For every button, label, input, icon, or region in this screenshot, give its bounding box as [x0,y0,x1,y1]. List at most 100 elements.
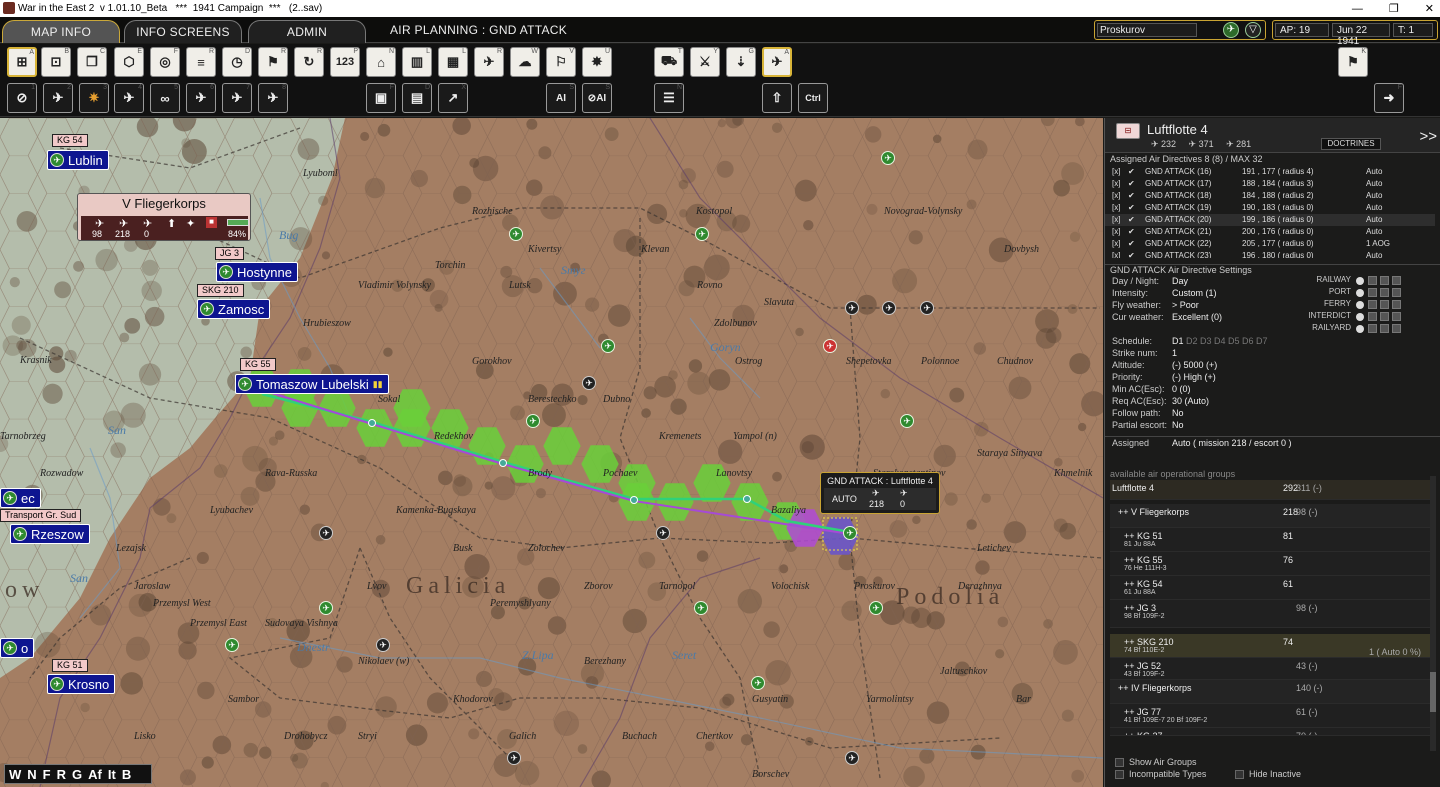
airbase-icon[interactable]: ✈ [509,227,523,241]
enemy-airbase-icon[interactable]: ✈ [920,301,934,315]
scrollbar-thumb[interactable] [1430,672,1436,712]
enemy-airbase-icon[interactable]: ✈ [882,301,896,315]
airbase-unit-label[interactable]: ✈ Krosno [47,674,116,694]
next-turn-icon[interactable]: ➜ F [1374,83,1404,113]
strike-icon[interactable]: ↗ X [438,83,468,113]
hide-inactive-checkbox[interactable]: Hide Inactive [1235,769,1301,779]
schedule-day-6[interactable]: D6 [1242,336,1254,346]
troops-icon[interactable]: ⚔ Y [690,47,720,77]
airbase-icon[interactable]: ✈ [695,227,709,241]
schedule-day-3[interactable]: D3 [1200,336,1212,346]
hex-search-input[interactable] [1097,23,1197,37]
air-group-tag[interactable]: KG 54 [52,134,88,147]
param-value[interactable]: No [1172,420,1184,430]
copy-icon[interactable]: ❐ C [77,47,107,77]
filter-w[interactable]: W [9,767,21,782]
convoy-icon[interactable]: ⛟ T [654,47,684,77]
air-group-row[interactable]: Luftflotte 4 292 311 (-) [1110,480,1431,500]
transport-icon[interactable]: ∞ 5 [150,83,180,113]
factory-icon[interactable]: ⌂ N [366,47,396,77]
airbase-unit-label[interactable]: ✈ o [0,638,35,658]
tab-map-info[interactable]: MAP INFO [2,20,120,43]
filter-af[interactable]: Af [88,767,102,782]
airbase-icon[interactable]: ✈ [694,601,708,615]
airfield-icon[interactable]: ✈ 8 [258,83,288,113]
directive-checkbox[interactable]: [x] [1112,167,1120,176]
schedule-day-1[interactable]: D1 [1172,336,1184,346]
airbase-unit-label[interactable]: ✈ ec [0,488,41,508]
incompatible-types-checkbox[interactable]: Incompatible Types [1115,769,1206,779]
target-type-toggle[interactable] [1380,276,1389,285]
directive-row[interactable]: [x] ✔ GND ATTACK (21) 200 , 176 ( radius 0)… [1105,226,1435,238]
directive-checkbox[interactable]: [x] [1112,215,1120,224]
target-type-radio[interactable] [1356,313,1364,321]
schedule-day-2[interactable]: D2 [1186,336,1198,346]
directive-checkbox[interactable]: [x] [1112,203,1120,212]
base-detail-icon[interactable]: ▤ D [402,83,432,113]
directive-checkbox[interactable]: [x] [1112,227,1120,236]
param-value[interactable]: (-) High (+) [1172,372,1216,382]
radio-icon[interactable]: ⚑ R [258,47,288,77]
filter-f[interactable]: F [43,767,51,782]
air-group-row[interactable]: ++ SKG 210 74 Bf 110E-2 74 1 ( Auto 0 %) [1110,634,1431,658]
explosion-icon[interactable]: ✸ U [582,47,612,77]
grid-icon[interactable]: ⊞ A [7,47,37,77]
directive-row[interactable]: [x] ✔ GND ATTACK (16) 191 , 177 ( radius 4)… [1105,166,1435,178]
airbase-icon[interactable]: ✈ [881,151,895,165]
ai-off-icon[interactable]: ⊘ AI S [582,83,612,113]
clock-icon[interactable]: ◷ D [222,47,252,77]
param-value[interactable]: (-) 5000 (+) [1172,360,1217,370]
airbase-unit-label[interactable]: ✈ Tomaszow Lubelski ▮▮ [235,374,389,394]
target-type-radio[interactable] [1356,301,1364,309]
target-type-radio[interactable] [1356,277,1364,285]
enemy-airbase-icon[interactable]: ✈ [319,526,333,540]
target-type-toggle[interactable] [1368,324,1377,333]
directive-checkbox[interactable]: [x] [1112,179,1120,188]
fliegerkorps-info-box[interactable]: V Fliegerkorps ✈ ✈ ✈ ⬆ ✦ ■ 98 218 0 84% [77,193,251,241]
ctrl-icon[interactable]: Ctrl [798,83,828,113]
air-group-tag[interactable]: KG 51 [52,659,88,672]
airbase-icon[interactable]: ✈ [526,414,540,428]
doctrines-button[interactable]: DOCTRINES [1321,138,1381,150]
groups-scrollbar[interactable] [1430,476,1436,751]
target-type-toggle[interactable] [1392,288,1401,297]
schedule-day-7[interactable]: D7 [1256,336,1268,346]
airbase-unit-label[interactable]: ✈ Hostynne [216,262,298,282]
air-group-tag[interactable]: SKG 210 [197,284,244,297]
up-arrow-icon[interactable]: ⇧ [762,83,792,113]
directive-row[interactable]: [x] ✔ GND ATTACK (17) 188 , 184 ( radius 3)… [1105,178,1435,190]
target-type-toggle[interactable] [1380,324,1389,333]
enemy-airbase-icon[interactable]: ✈ [582,376,596,390]
target-type-toggle[interactable] [1380,288,1389,297]
directive-mode[interactable]: Auto [1366,251,1382,258]
schedule-day-5[interactable]: D5 [1228,336,1240,346]
target-type-toggle[interactable] [1392,324,1401,333]
directive-mode[interactable]: Auto [1366,179,1382,188]
air-group-row[interactable]: ++ JG 77 41 Bf 109E-7 20 Bf 109F-2 61 (-) [1110,704,1431,728]
param-value[interactable]: No [1172,408,1184,418]
filter-g[interactable]: G [72,767,82,782]
air-route-icon[interactable]: ✈ A [762,47,792,77]
air-group-row[interactable]: ++ JG 3 98 Bf 109F-2 98 (-) [1110,600,1431,628]
waypoint-marker[interactable] [368,419,376,427]
airbase-unit-label[interactable]: ✈ Rzeszow [10,524,90,544]
target-icon[interactable]: ◎ F [150,47,180,77]
directive-row[interactable]: [x] ✔ GND ATTACK (18) 184 , 188 ( radius 2)… [1105,190,1435,202]
plane-up-icon[interactable]: ✈ R [474,47,504,77]
air-group-row[interactable]: ++ KG 51 81 Ju 88A 81 [1110,528,1431,552]
enemy-airbase-icon[interactable]: ✈ [845,751,859,765]
directive-row[interactable]: [x] ✔ GND ATTACK (20) 199 , 186 ( radius 0)… [1105,214,1435,226]
airbase-icon[interactable]: ✈ [751,676,765,690]
weather-icon[interactable]: ☁ W [510,47,540,77]
directive-mode[interactable]: Auto [1366,215,1382,224]
orders-icon[interactable]: ☰ N [654,83,684,113]
enemy-airbase-icon[interactable]: ✈ [507,751,521,765]
air-group-row[interactable]: ++ KG 27 70 (-) [1110,728,1431,736]
param-value[interactable]: 0 (0) [1172,384,1191,394]
building-icon[interactable]: ▦ L [438,47,468,77]
target-type-radio[interactable] [1356,325,1364,333]
airbase-icon[interactable]: ✈ [225,638,239,652]
airbase-unit-label[interactable]: ✈ Zamosc [197,299,271,319]
filter-n[interactable]: N [27,767,36,782]
target-marker-icon[interactable]: ✈ [823,339,837,353]
